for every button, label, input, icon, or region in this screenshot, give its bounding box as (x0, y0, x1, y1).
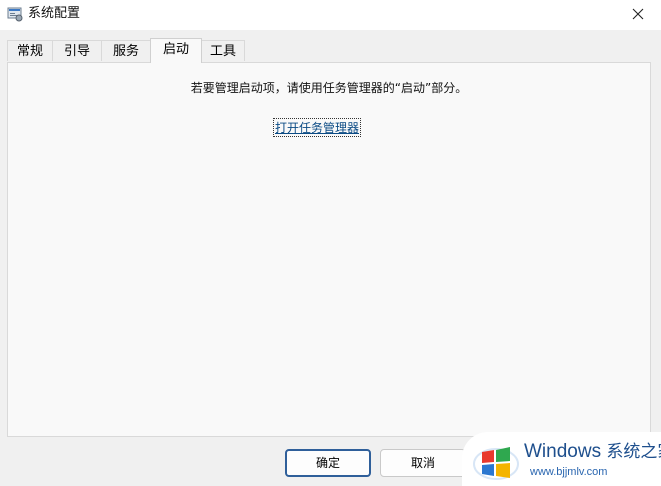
windows-logo-icon (472, 438, 520, 482)
startup-message: 若要管理启动项，请使用任务管理器的“启动”部分。 (190, 81, 468, 95)
watermark-brand-suffix: 系统之家 (606, 442, 661, 461)
ok-button[interactable]: 确定 (285, 449, 371, 477)
watermark-brand: Windows 系统之家 (524, 441, 661, 463)
cancel-button[interactable]: 取消 (380, 449, 466, 477)
startup-panel: 若要管理启动项，请使用任务管理器的“启动”部分。 打开任务管理器 (7, 62, 651, 437)
watermark-brand-windows: Windows (524, 441, 602, 462)
watermark-badge: Windows 系统之家 www.bjjmlv.com (462, 432, 661, 486)
tab-services[interactable]: 服务 (101, 40, 151, 61)
open-task-manager-link[interactable]: 打开任务管理器 (272, 118, 362, 137)
system-configuration-window: 系统配置 常规 引导 服务 启动 工具 若要管理启动项，请使用任务管理器的“启动… (0, 0, 661, 486)
window-title: 系统配置 (28, 6, 81, 21)
tab-startup[interactable]: 启动 (150, 38, 202, 63)
title-bar: 系统配置 (0, 0, 661, 30)
close-icon (632, 8, 644, 23)
tab-boot[interactable]: 引导 (52, 40, 102, 61)
msconfig-icon (7, 6, 23, 22)
watermark-url: www.bjjmlv.com (530, 466, 608, 478)
tab-tools[interactable]: 工具 (201, 40, 245, 61)
close-button[interactable] (615, 0, 661, 30)
tab-general[interactable]: 常规 (7, 40, 53, 61)
